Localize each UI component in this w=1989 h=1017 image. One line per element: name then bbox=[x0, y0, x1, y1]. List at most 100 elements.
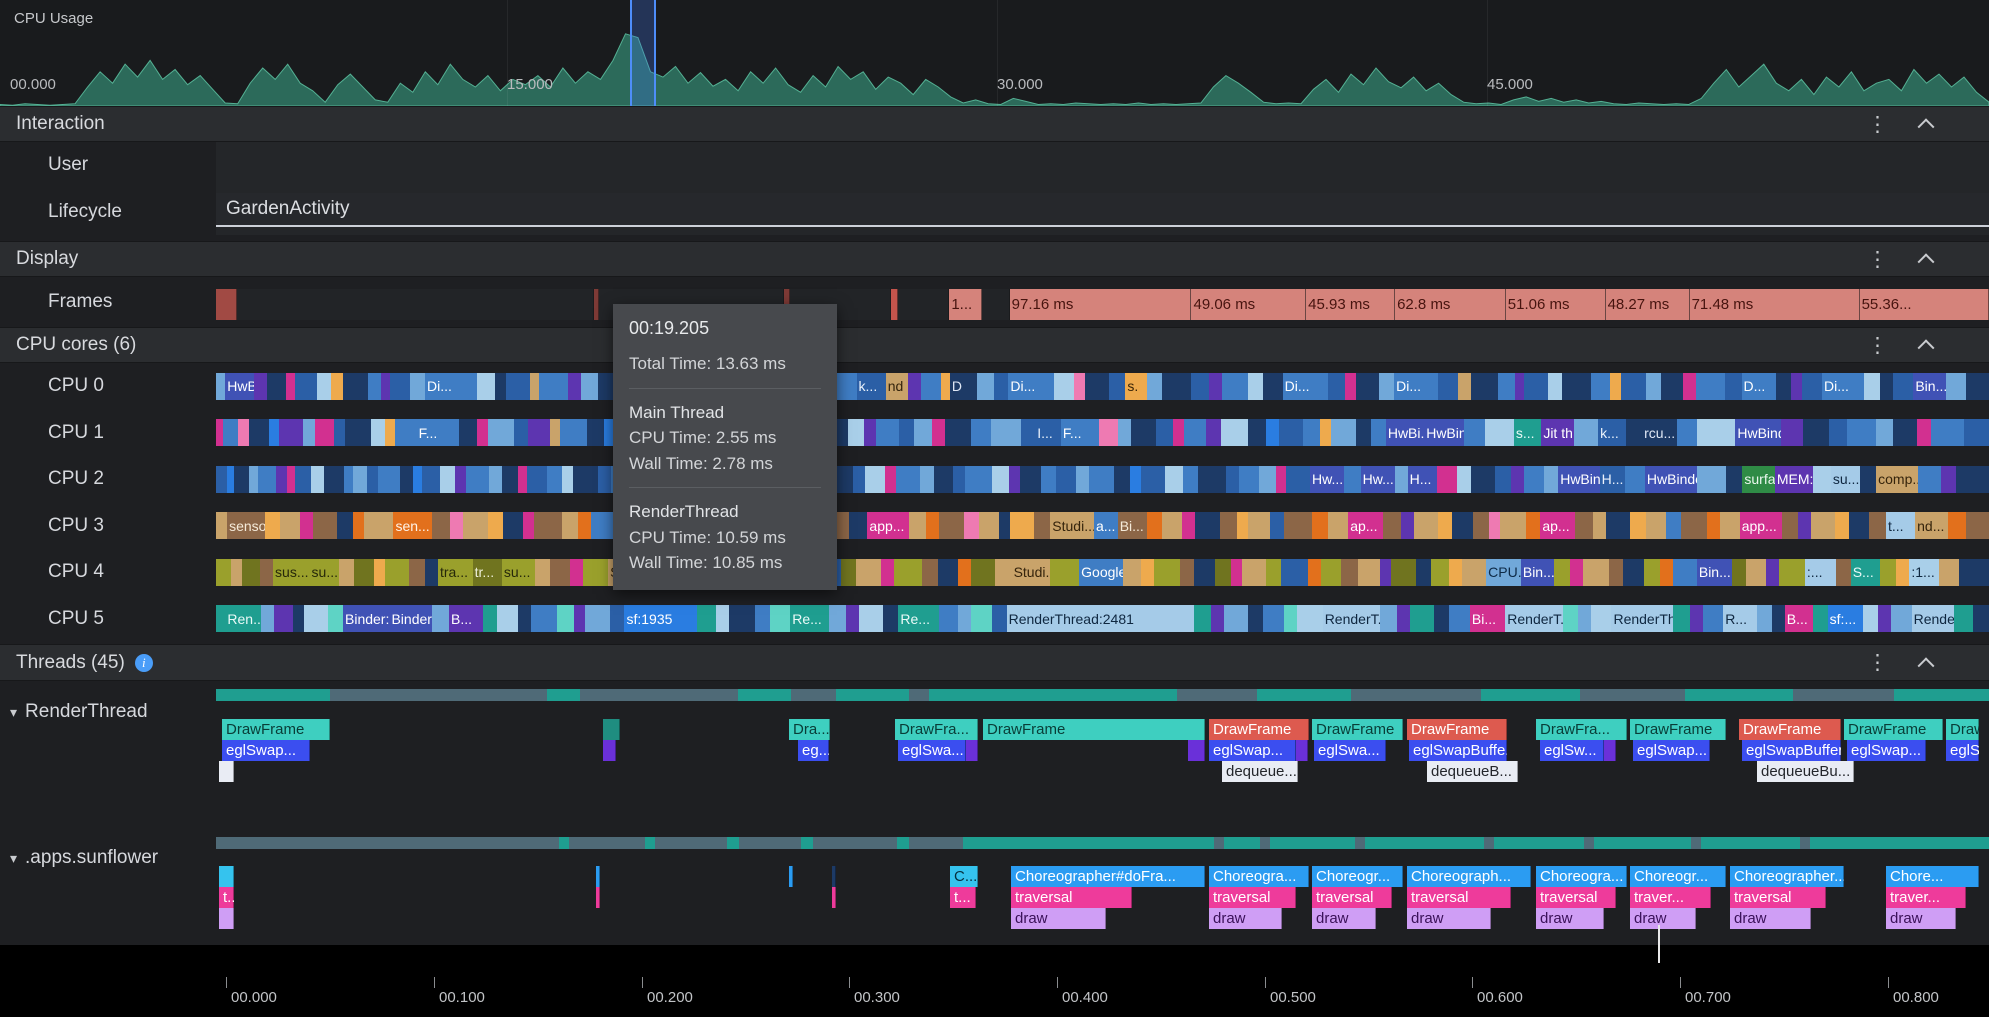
collapse-chevron-icon[interactable] bbox=[1917, 116, 1935, 136]
trace-span[interactable] bbox=[603, 740, 616, 761]
kebab-menu-icon[interactable]: ⋮ bbox=[1867, 335, 1888, 356]
trace-segment[interactable] bbox=[249, 419, 270, 447]
trace-segment[interactable] bbox=[1099, 419, 1118, 447]
trace-segment[interactable] bbox=[981, 289, 1010, 320]
trace-span[interactable]: eglS... bbox=[1946, 740, 1979, 761]
trace-segment[interactable] bbox=[1239, 465, 1260, 493]
trace-segment[interactable]: 51.06 ms bbox=[1505, 289, 1606, 320]
kebab-menu-icon[interactable]: ⋮ bbox=[1867, 652, 1888, 673]
trace-span[interactable] bbox=[1604, 740, 1616, 761]
trace-segment[interactable] bbox=[1591, 372, 1610, 400]
trace-segment[interactable] bbox=[1154, 558, 1180, 586]
trace-segment[interactable] bbox=[1194, 558, 1215, 586]
trace-span[interactable] bbox=[219, 866, 234, 887]
trace-segment[interactable] bbox=[1209, 372, 1223, 400]
trace-segment[interactable]: RenderT... bbox=[1322, 605, 1381, 633]
trace-segment[interactable] bbox=[1859, 465, 1877, 493]
trace-span[interactable]: dequeueBu... bbox=[1757, 761, 1854, 782]
trace-segment[interactable] bbox=[384, 558, 409, 586]
trace-segment[interactable] bbox=[1792, 689, 1895, 701]
trace-span[interactable] bbox=[1296, 740, 1308, 761]
trace-segment[interactable] bbox=[1088, 465, 1115, 493]
trace-segment[interactable] bbox=[1308, 558, 1322, 586]
trace-segment[interactable] bbox=[1863, 605, 1878, 633]
trace-segment[interactable] bbox=[287, 465, 295, 493]
trace-segment[interactable] bbox=[1283, 605, 1297, 633]
trace-segment[interactable] bbox=[1691, 837, 1702, 849]
trace-segment[interactable] bbox=[1164, 465, 1183, 493]
trace-segment[interactable]: nd... bbox=[1915, 512, 1948, 540]
trace-span[interactable]: DrawFrame bbox=[222, 719, 330, 740]
trace-segment[interactable] bbox=[1452, 512, 1473, 540]
trace-segment[interactable]: sf:... bbox=[1827, 605, 1864, 633]
trace-span[interactable]: DrawFrame bbox=[1739, 719, 1841, 740]
thread-label-apps-sunflower[interactable]: ▾ .apps.sunflower bbox=[10, 847, 158, 869]
trace-segment[interactable] bbox=[269, 419, 279, 447]
trace-segment[interactable] bbox=[1284, 512, 1312, 540]
trace-segment[interactable] bbox=[1355, 837, 1366, 849]
trace-segment[interactable] bbox=[323, 465, 344, 493]
trace-segment[interactable] bbox=[907, 372, 921, 400]
trace-segment[interactable] bbox=[1179, 558, 1195, 586]
trace-segment[interactable] bbox=[891, 289, 898, 320]
trace-segment[interactable] bbox=[534, 512, 562, 540]
trace-span[interactable]: C... bbox=[950, 866, 978, 887]
trace-segment[interactable]: Bin... bbox=[1913, 372, 1947, 400]
trace-segment[interactable] bbox=[1010, 512, 1034, 540]
trace-segment[interactable] bbox=[465, 465, 490, 493]
trace-span[interactable]: dequeueB... bbox=[1427, 761, 1518, 782]
trace-segment[interactable] bbox=[885, 465, 897, 493]
trace-segment[interactable] bbox=[1606, 512, 1630, 540]
trace-segment[interactable] bbox=[338, 558, 354, 586]
trace-segment[interactable]: B... bbox=[449, 605, 483, 633]
trace-segment[interactable] bbox=[1695, 372, 1726, 400]
trace-segment[interactable] bbox=[1319, 419, 1331, 447]
trace-segment[interactable] bbox=[302, 419, 316, 447]
trace-segment[interactable] bbox=[977, 372, 994, 400]
trace-segment[interactable] bbox=[273, 605, 293, 633]
trace-span[interactable] bbox=[789, 866, 793, 887]
trace-segment[interactable]: su... bbox=[501, 558, 535, 586]
info-icon[interactable]: i bbox=[134, 653, 153, 672]
trace-segment[interactable] bbox=[1449, 605, 1470, 633]
trace-segment[interactable] bbox=[1147, 372, 1162, 400]
trace-segment[interactable] bbox=[1341, 558, 1358, 586]
trace-segment[interactable] bbox=[1916, 419, 1932, 447]
trace-segment[interactable] bbox=[1431, 558, 1450, 586]
trace-segment[interactable] bbox=[991, 419, 1021, 447]
trace-span[interactable]: Choreograph... bbox=[1407, 866, 1531, 887]
trace-segment[interactable]: app... bbox=[1739, 512, 1782, 540]
trace-segment[interactable] bbox=[534, 558, 550, 586]
trace-span[interactable]: draw bbox=[1630, 908, 1696, 929]
trace-segment[interactable] bbox=[1494, 465, 1511, 493]
trace-segment[interactable] bbox=[488, 419, 514, 447]
trace-span[interactable]: DrawFrame bbox=[1407, 719, 1507, 740]
trace-segment[interactable] bbox=[518, 605, 532, 633]
trace-segment[interactable] bbox=[995, 558, 1012, 586]
trace-segment[interactable] bbox=[432, 605, 450, 633]
trace-segment[interactable] bbox=[1947, 512, 1967, 540]
trace-segment[interactable] bbox=[1880, 372, 1894, 400]
trace-segment[interactable] bbox=[412, 465, 422, 493]
trace-segment[interactable] bbox=[934, 465, 953, 493]
trace-segment[interactable] bbox=[1574, 419, 1599, 447]
trace-segment[interactable] bbox=[847, 419, 865, 447]
trace-segment[interactable] bbox=[1008, 465, 1020, 493]
trace-segment[interactable] bbox=[945, 419, 972, 447]
trace-segment[interactable]: su... bbox=[1830, 465, 1860, 493]
trace-segment[interactable] bbox=[1194, 512, 1221, 540]
trace-segment[interactable] bbox=[574, 605, 586, 633]
trace-span[interactable]: traversal bbox=[1407, 887, 1511, 908]
trace-segment[interactable] bbox=[1033, 512, 1051, 540]
trace-segment[interactable] bbox=[1849, 512, 1870, 540]
trace-segment[interactable] bbox=[1114, 465, 1131, 493]
trace-segment[interactable] bbox=[1973, 605, 1989, 633]
trace-segment[interactable]: Ren... bbox=[225, 605, 261, 633]
trace-segment[interactable] bbox=[547, 465, 562, 493]
trace-segment[interactable] bbox=[738, 837, 802, 849]
trace-segment[interactable] bbox=[1869, 512, 1886, 540]
trace-span[interactable]: traver... bbox=[1886, 887, 1966, 908]
trace-segment[interactable]: 97.16 ms bbox=[1009, 289, 1192, 320]
trace-segment[interactable] bbox=[925, 512, 939, 540]
trace-segment[interactable] bbox=[1328, 512, 1349, 540]
